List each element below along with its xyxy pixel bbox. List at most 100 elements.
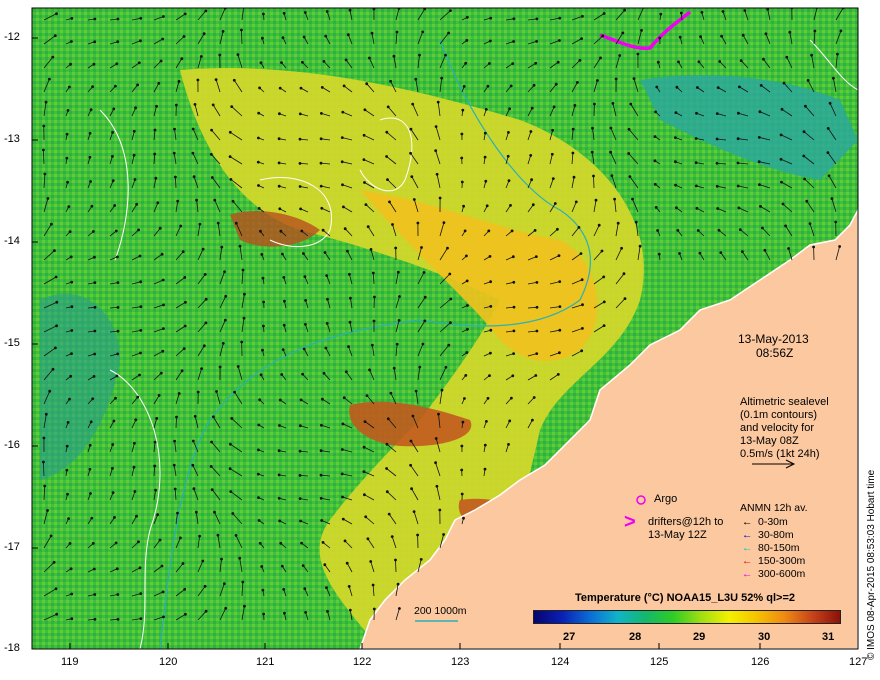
velocity-arrowhead [558, 280, 562, 283]
velocity-arrowhead [231, 199, 235, 203]
velocity-arrowhead [610, 174, 614, 178]
velocity-arrowhead [132, 465, 136, 469]
velocity-arrowhead [446, 246, 449, 250]
velocity-arrowhead [737, 111, 740, 115]
velocity-arrowhead [362, 470, 366, 473]
velocity-arrowhead [449, 321, 452, 325]
velocity-arrowhead [325, 10, 329, 13]
velocity-arrowhead [784, 224, 787, 228]
velocity-arrowhead [91, 397, 95, 401]
velocity-arrowhead [341, 110, 345, 114]
velocity-arrowhead [153, 464, 157, 468]
map-time: 08:56Z [756, 346, 794, 360]
velocity-arrowhead [558, 305, 562, 308]
velocity-arrowhead [558, 351, 561, 355]
velocity-arrowhead [42, 436, 46, 440]
anmn-depth-label: 300-600m [758, 568, 806, 580]
velocity-arrowhead [507, 131, 510, 134]
velocity-arrowhead [114, 84, 117, 88]
longitude-tick-label: 126 [751, 656, 770, 668]
velocity-arrowhead [277, 184, 281, 188]
velocity-arrowhead [133, 490, 137, 493]
velocity-arrowhead [202, 32, 206, 36]
velocity-arrowhead [191, 463, 195, 467]
velocity-arrowhead [739, 59, 743, 63]
velocity-arrowhead [303, 587, 307, 591]
velocity-arrowhead [373, 295, 376, 299]
velocity-arrowhead [423, 319, 427, 323]
velocity-arrowhead [409, 439, 413, 443]
velocity-arrowhead [44, 412, 48, 416]
velocity-arrowhead [113, 516, 116, 519]
velocity-arrowhead [370, 343, 374, 347]
velocity-arrowhead [719, 251, 723, 255]
velocity-arrowhead [204, 321, 208, 325]
velocity-arrowhead [173, 487, 177, 491]
velocity-arrowhead [460, 132, 464, 136]
velocity-arrowhead [535, 329, 539, 333]
latitude-tick-label: -15 [4, 337, 20, 349]
velocity-arrowhead [581, 303, 584, 307]
velocity-arrowhead [91, 542, 95, 545]
velocity-arrowhead [743, 9, 747, 12]
longitude-tick-label: 119 [61, 656, 79, 668]
velocity-arrowhead [803, 177, 806, 181]
velocity-arrowhead [757, 160, 761, 164]
velocity-arrowhead [278, 398, 282, 402]
velocity-arrowhead [631, 197, 634, 201]
velocity-arrowhead [398, 295, 401, 298]
velocity-arrowhead [70, 592, 74, 596]
velocity-arrowhead [303, 11, 307, 14]
velocity-arrowhead [299, 398, 303, 402]
velocity-arrowhead [162, 303, 165, 307]
velocity-arrowhead [256, 472, 260, 476]
velocity-arrowhead [609, 150, 612, 154]
velocity-arrowhead [88, 131, 92, 135]
velocity-arrowhead [394, 246, 398, 250]
velocity-arrowhead [301, 60, 304, 64]
velocity-arrowhead [362, 445, 366, 449]
velocity-arrowhead [258, 398, 262, 402]
velocity-arrowhead [368, 368, 371, 372]
velocity-arrowhead [638, 244, 642, 248]
velocity-arrowhead [70, 17, 74, 20]
velocity-arrowhead [342, 84, 346, 88]
velocity-arrowhead [278, 86, 282, 90]
credit-text: © IMOS 08-Apr-2015 08:53:03 Hobart time [866, 469, 877, 660]
velocity-arrowhead [386, 417, 390, 421]
velocity-arrowhead [238, 244, 242, 248]
velocity-arrowhead [434, 125, 438, 128]
velocity-arrowhead [412, 510, 416, 513]
velocity-arrowhead [511, 255, 515, 259]
velocity-arrowhead [93, 593, 97, 596]
velocity-arrowhead [340, 160, 344, 164]
velocity-arrowhead [716, 207, 720, 210]
velocity-arrowhead [262, 324, 265, 328]
velocity-arrowhead [158, 538, 162, 542]
velocity-arrowhead [392, 366, 396, 370]
velocity-arrowhead [93, 352, 97, 356]
velocity-arrowhead [489, 280, 492, 284]
velocity-arrowhead [112, 419, 116, 423]
velocity-arrowhead [759, 84, 763, 87]
velocity-arrowhead [597, 223, 601, 227]
velocity-arrowhead [301, 564, 305, 567]
velocity-arrowhead [465, 279, 469, 283]
velocity-arrowhead [386, 178, 389, 182]
velocity-arrowhead [830, 197, 834, 201]
velocity-arrowhead [653, 182, 657, 186]
velocity-arrowhead [50, 222, 53, 226]
latitude-tick-label: -14 [4, 235, 20, 247]
velocity-arrowhead [654, 206, 658, 209]
velocity-arrowhead [320, 86, 324, 89]
velocity-arrowhead [483, 155, 487, 159]
velocity-arrowhead [461, 420, 465, 424]
velocity-arrowhead [802, 130, 806, 134]
velocity-arrowhead [762, 57, 765, 61]
velocity-arrowhead [410, 487, 413, 491]
velocity-arrowhead [156, 513, 160, 517]
velocity-arrowhead [184, 300, 187, 304]
velocity-arrowhead [363, 420, 367, 423]
velocity-arrowhead [418, 365, 422, 369]
altimetry-line: (0.1m contours) [740, 409, 818, 421]
